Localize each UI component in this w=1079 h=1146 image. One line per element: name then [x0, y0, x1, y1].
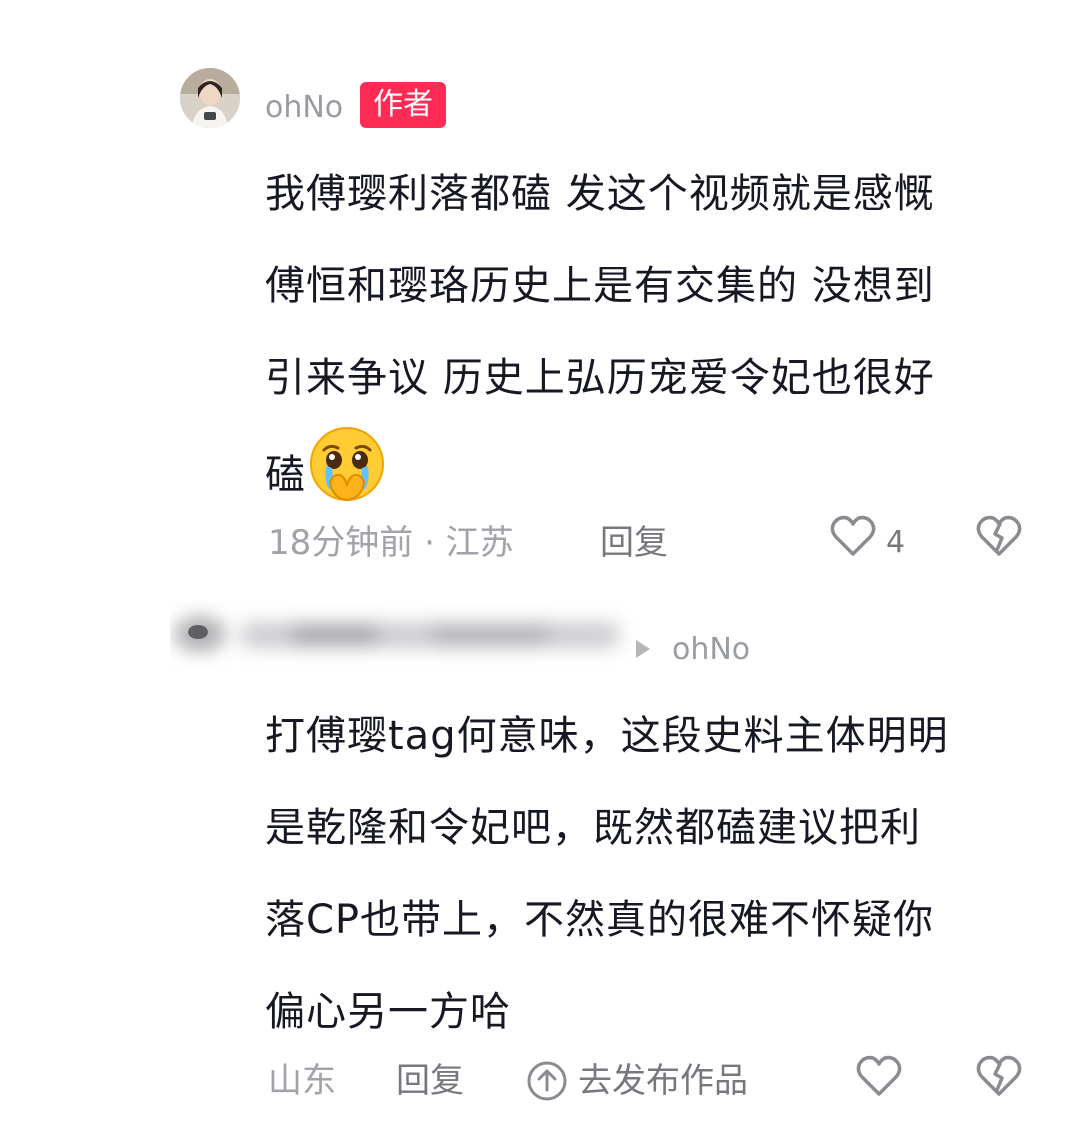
blurred-username: [174, 616, 620, 652]
comment-line: 是乾隆和令妃吧，既然都磕建议把利: [265, 805, 921, 851]
reply-arrow-icon: [636, 640, 650, 658]
comment-line: 落CP也带上，不然真的很难不怀疑你: [265, 897, 935, 943]
reply-target-username[interactable]: ohNo: [672, 630, 750, 670]
comment-line: 磕: [265, 424, 1035, 521]
comment-meta: 18分钟前 · 江苏: [268, 523, 514, 563]
avatar[interactable]: [180, 68, 240, 128]
comment-line: 傅恒和璎珞历史上是有交集的 没想到: [265, 263, 935, 309]
comment-line: 我傅璎利落都磕 发这个视频就是感慨: [265, 171, 935, 217]
broken-heart-icon[interactable]: [976, 514, 1022, 558]
username[interactable]: ohNo: [265, 88, 343, 128]
heart-outline-icon[interactable]: [856, 1054, 902, 1098]
comment-text: 我傅璎利落都磕 发这个视频就是感慨 傅恒和璎珞历史上是有交集的 没想到 引来争议…: [265, 148, 1035, 521]
comment-meta: 山东: [268, 1061, 336, 1101]
comment-text: 打傅璎tag何意味，这段史料主体明明 是乾隆和令妃吧，既然都磕建议把利 落CP也…: [265, 690, 1035, 1058]
broken-heart-icon[interactable]: [976, 1054, 1022, 1098]
comment-line-text: 磕: [265, 452, 306, 498]
comment-line: 引来争议 历史上弘历宠爱令妃也很好: [265, 355, 935, 401]
comment-line: 偏心另一方哈: [265, 989, 511, 1035]
comment-line: 打傅璎tag何意味，这段史料主体明明: [265, 713, 949, 759]
crying-face-emoji: [310, 427, 384, 502]
heart-outline-icon[interactable]: [830, 514, 876, 558]
reply-button[interactable]: 回复: [600, 518, 668, 568]
publish-work-label: 去发布作品: [578, 1061, 748, 1101]
reply-button[interactable]: 回复: [396, 1056, 464, 1106]
like-count: 4: [886, 525, 906, 560]
author-badge: 作者: [360, 82, 446, 128]
up-arrow-circle-icon: [527, 1061, 567, 1101]
